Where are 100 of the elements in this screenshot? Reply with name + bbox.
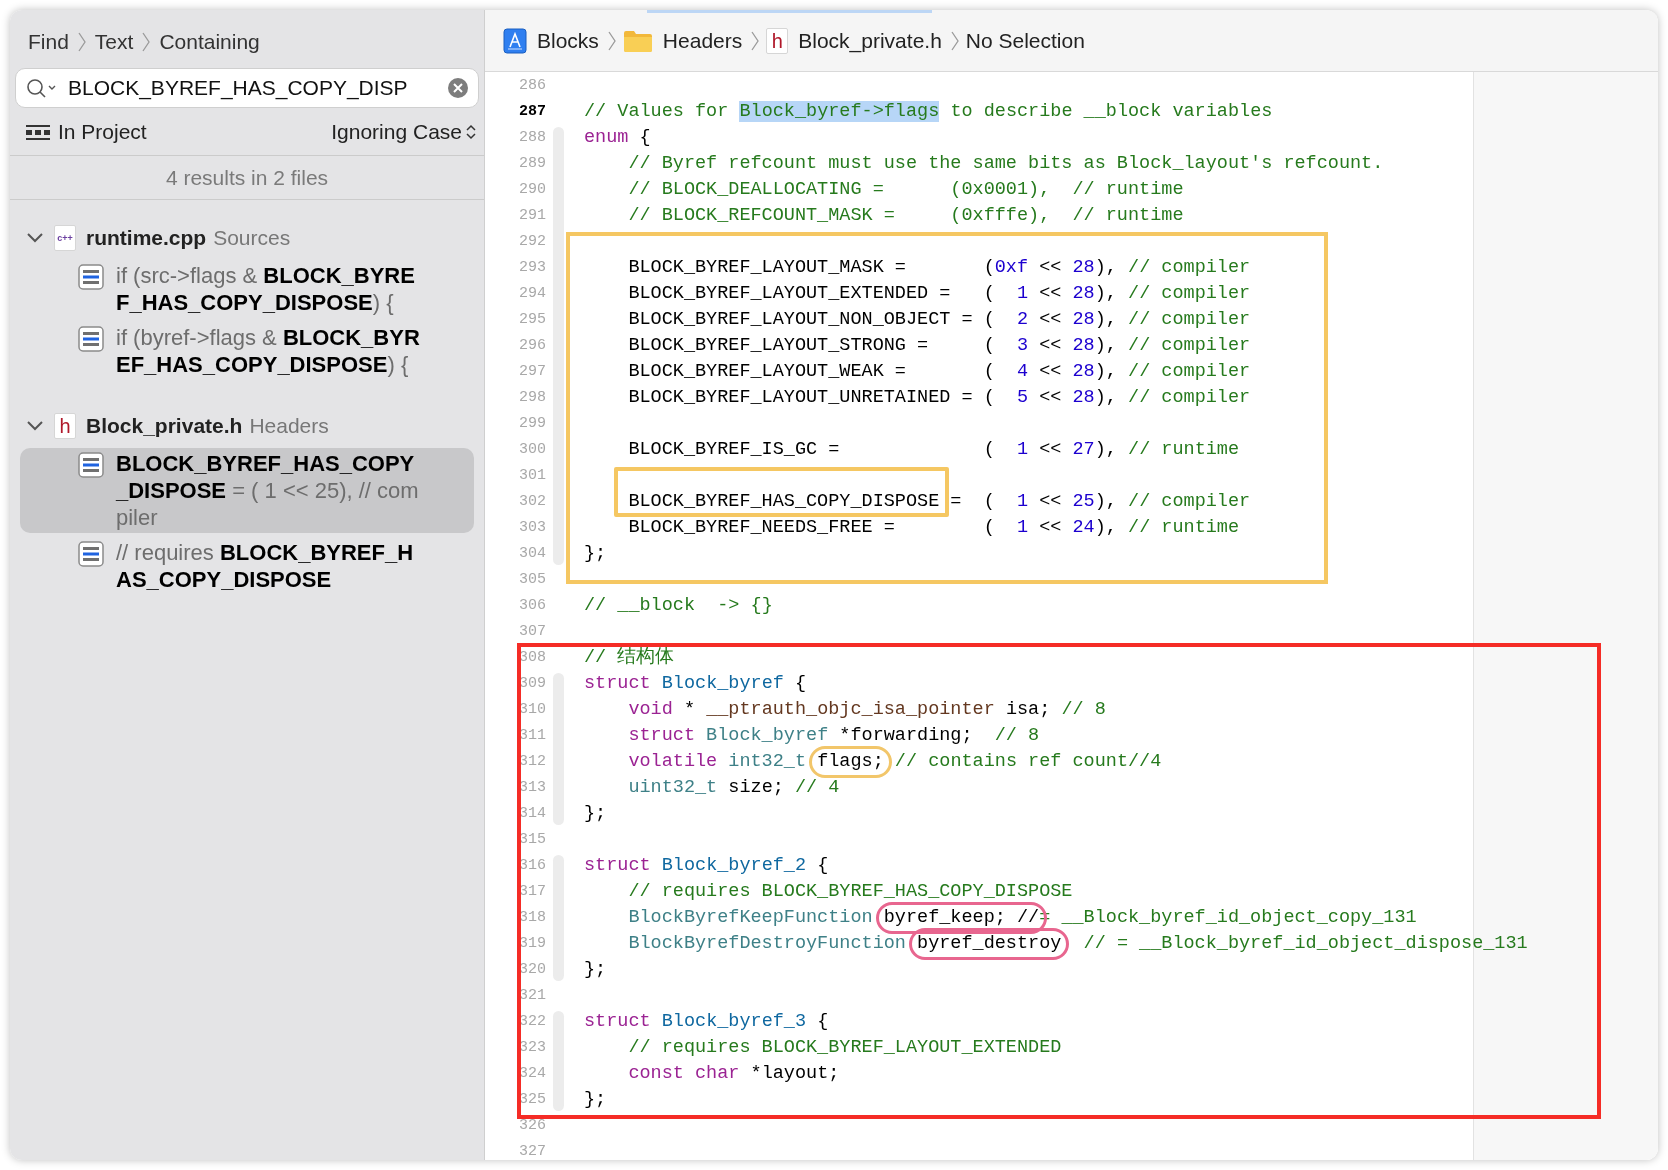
code-line: struct Block_byref_2 { xyxy=(584,854,829,878)
code-line: }; xyxy=(584,1088,607,1112)
scope-button[interactable]: In Project xyxy=(26,115,147,148)
results-summary: 4 results in 2 files xyxy=(165,164,329,191)
code-line: BLOCK_BYREF_NEEDS_FREE = ( 1 << 24), // runtime xyxy=(628,516,1240,540)
line-number: 321 xyxy=(518,985,546,1006)
line-number: 288 xyxy=(518,127,546,148)
file-icon: h xyxy=(54,413,76,439)
line-number: 289 xyxy=(518,153,546,174)
text-lines-icon xyxy=(78,541,104,567)
disclosure-button[interactable] xyxy=(26,420,44,432)
code-line: // Byref refcount must use the same bits as Block_layout's refcount. xyxy=(628,152,1384,176)
line-number: 314 xyxy=(518,803,546,824)
line-number: 301 xyxy=(518,465,546,486)
code-line: }; xyxy=(584,958,607,982)
disclosure-button[interactable] xyxy=(26,232,44,244)
search-result[interactable]: if (byref->flags & BLOCK_BYREF_HAS_COPY_DISPOSE) { xyxy=(20,322,474,380)
line-number: 304 xyxy=(518,543,546,564)
code-line: // Values for Block_byref->flags to describe __block variables xyxy=(584,100,1273,124)
line-number: 308 xyxy=(518,647,546,668)
line-number: 324 xyxy=(518,1063,546,1084)
line-number: 325 xyxy=(518,1089,546,1110)
file-icon: c++ xyxy=(54,225,76,251)
code-line: const char *layout; xyxy=(628,1062,840,1086)
code-line: // __block -> {} xyxy=(584,594,773,618)
code-line: BLOCK_BYREF_IS_GC = ( 1 << 27), // runtime xyxy=(628,438,1240,462)
code-line: // BLOCK_DEALLOCATING = (0x0001), // runtime xyxy=(628,178,1184,202)
line-number: 297 xyxy=(518,361,546,382)
line-number: 309 xyxy=(518,673,546,694)
scope-icon xyxy=(26,123,50,140)
chevron-icon xyxy=(949,29,960,52)
line-number: 286 xyxy=(518,75,546,96)
search-field[interactable]: BLOCK_BYREF_HAS_COPY_DISP xyxy=(15,68,479,108)
chevron-icon xyxy=(750,29,761,52)
chevron-icon xyxy=(76,31,87,53)
breadcrumb-item[interactable]: Containing xyxy=(159,26,260,58)
code-line: enum { xyxy=(584,126,651,150)
code-line: }; xyxy=(584,802,607,826)
folder-name: Sources xyxy=(213,225,291,252)
line-number: 322 xyxy=(518,1011,546,1032)
line-number: 293 xyxy=(518,257,546,278)
line-number: 317 xyxy=(518,881,546,902)
code-line: BlockByrefDestroyFunction byref_destroy // = __Block_byref_id_object_dispose_131 xyxy=(628,932,1528,956)
code-line: uint32_t size; // 4 xyxy=(628,776,840,800)
jump-bar-item[interactable]: No Selection xyxy=(965,24,1085,57)
chevron-icon xyxy=(141,31,152,53)
line-number: 287 xyxy=(518,101,546,122)
search-result[interactable]: BLOCK_BYREF_HAS_COPY_DISPOSE = ( 1 << 25), // compiler xyxy=(20,448,474,533)
code-line: // 结构体 xyxy=(584,646,675,670)
line-number: 300 xyxy=(518,439,546,460)
code-line: BLOCK_BYREF_LAYOUT_EXTENDED = ( 1 << 28), // compiler xyxy=(628,282,1251,306)
code-line: BLOCK_BYREF_LAYOUT_STRONG = ( 3 << 28), // compiler xyxy=(628,334,1251,358)
jump-bar-item[interactable]: Blocks xyxy=(503,24,599,57)
clear-button[interactable] xyxy=(448,78,468,98)
line-number: 303 xyxy=(518,517,546,538)
line-number: 294 xyxy=(518,283,546,304)
line-number: 326 xyxy=(518,1115,546,1136)
updown-icon xyxy=(466,123,476,140)
breadcrumb-item[interactable]: Text xyxy=(94,26,134,58)
chevron-icon xyxy=(606,29,617,52)
line-number: 291 xyxy=(518,205,546,226)
folder-icon xyxy=(622,28,653,53)
jump-bar-item[interactable]: Headers xyxy=(622,24,743,57)
matching-popup[interactable]: Ignoring Case xyxy=(331,115,476,148)
file-icon: h xyxy=(766,27,789,54)
code-line: struct Block_byref_3 { xyxy=(584,1010,829,1034)
search-result[interactable]: // requires BLOCK_BYREF_HAS_COPY_DISPOSE xyxy=(20,537,474,595)
code-line: BLOCK_BYREF_LAYOUT_NON_OBJECT = ( 2 << 28), // compiler xyxy=(628,308,1251,332)
app-icon xyxy=(503,27,527,54)
jump-bar-item[interactable]: h Block_private.h xyxy=(766,24,942,57)
line-number: 307 xyxy=(518,621,546,642)
line-number: 290 xyxy=(518,179,546,200)
code-line: struct Block_byref { xyxy=(584,672,807,696)
code-line: BLOCK_BYREF_LAYOUT_WEAK = ( 4 << 28), // compiler xyxy=(628,360,1251,384)
search-icon xyxy=(26,77,58,99)
file-name[interactable]: Block_private.h xyxy=(86,410,243,442)
line-number: 318 xyxy=(518,907,546,928)
text-lines-icon xyxy=(78,452,104,478)
line-number: 315 xyxy=(518,829,546,850)
line-number: 316 xyxy=(518,855,546,876)
line-number: 298 xyxy=(518,387,546,408)
line-number: 296 xyxy=(518,335,546,356)
line-number: 310 xyxy=(518,699,546,720)
line-number: 299 xyxy=(518,413,546,434)
line-number: 306 xyxy=(518,595,546,616)
line-number: 323 xyxy=(518,1037,546,1058)
code-line: BLOCK_BYREF_LAYOUT_UNRETAINED = ( 5 << 28), // compiler xyxy=(628,386,1251,410)
code-line: // BLOCK_REFCOUNT_MASK = (0xfffe), // runtime xyxy=(628,204,1184,228)
text-lines-icon xyxy=(78,326,104,352)
line-number: 302 xyxy=(518,491,546,512)
code-line: struct Block_byref *forwarding; // 8 xyxy=(628,724,1040,748)
file-name[interactable]: runtime.cpp xyxy=(86,222,207,254)
breadcrumb-item[interactable]: Find xyxy=(28,26,69,58)
line-number: 313 xyxy=(518,777,546,798)
search-result[interactable]: if (src->flags & BLOCK_BYREF_HAS_COPY_DISPOSE) { xyxy=(20,260,474,318)
text-lines-icon xyxy=(78,264,104,290)
code-line: BLOCK_BYREF_HAS_COPY_DISPOSE = ( 1 << 25), // compiler xyxy=(628,490,1251,514)
line-number: 319 xyxy=(518,933,546,954)
folder-name: Headers xyxy=(249,413,329,440)
line-number: 305 xyxy=(518,569,546,590)
